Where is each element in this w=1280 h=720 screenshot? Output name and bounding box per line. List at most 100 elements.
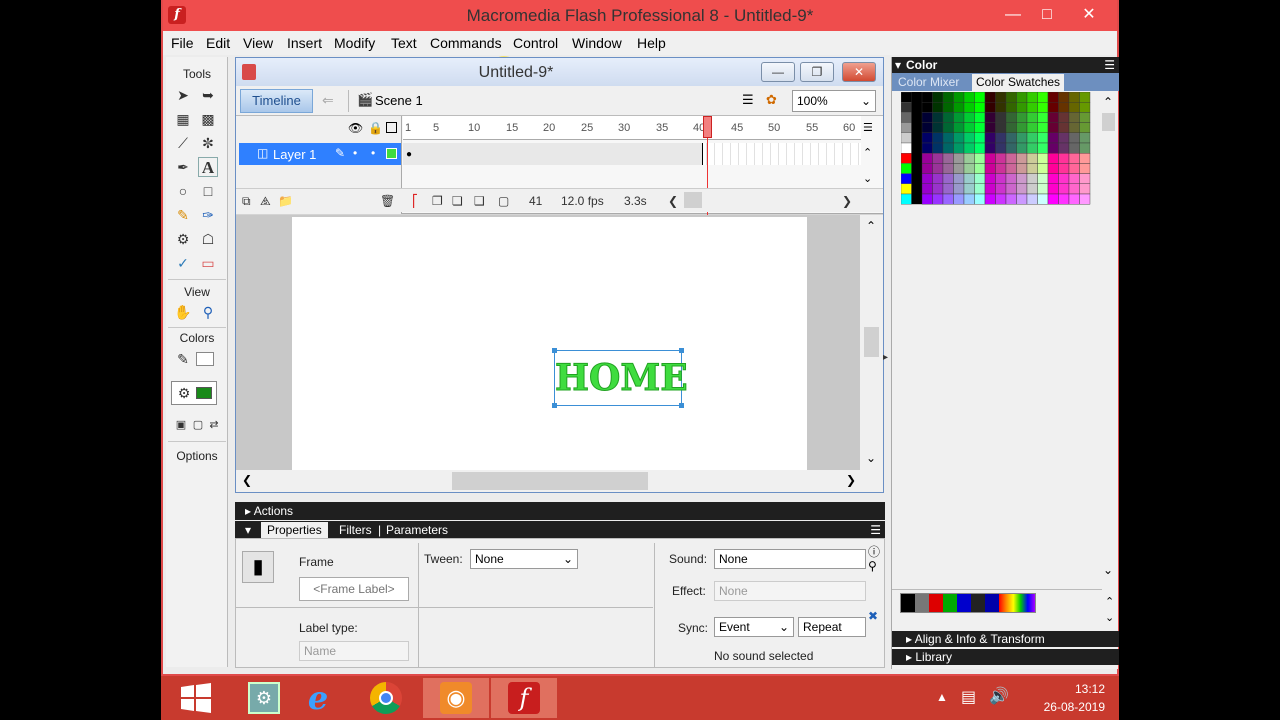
color-swatch[interactable]: [974, 173, 986, 184]
color-swatch[interactable]: [1037, 183, 1049, 195]
color-swatch[interactable]: [984, 142, 996, 154]
color-swatch[interactable]: [942, 112, 954, 123]
color-swatch[interactable]: [901, 122, 912, 134]
color-swatch[interactable]: [1016, 142, 1028, 154]
color-swatch[interactable]: [1079, 173, 1091, 184]
color-swatch[interactable]: [1058, 112, 1070, 123]
stroke-color-icon[interactable]: ✎: [173, 349, 193, 369]
color-swatch[interactable]: [1026, 122, 1038, 134]
color-swatch[interactable]: [1026, 112, 1038, 123]
color-swatch[interactable]: [1047, 122, 1059, 134]
menu-file[interactable]: File: [171, 35, 194, 51]
timeline-scroll-right-icon[interactable]: ❯: [842, 194, 852, 208]
color-swatch[interactable]: [984, 112, 996, 123]
color-swatch[interactable]: [1016, 153, 1028, 164]
color-swatch[interactable]: [1079, 163, 1091, 174]
color-swatch[interactable]: [1005, 153, 1017, 164]
color-swatch[interactable]: [984, 183, 996, 195]
color-swatch[interactable]: [1016, 112, 1028, 123]
outline-icon[interactable]: [386, 122, 397, 133]
effect-select[interactable]: None: [714, 581, 866, 601]
color-swatch[interactable]: [1068, 183, 1080, 195]
color-swatch[interactable]: [995, 122, 1007, 134]
color-swatch[interactable]: [963, 153, 975, 164]
taskbar-chrome[interactable]: [353, 678, 419, 718]
color-swatch[interactable]: [963, 193, 975, 205]
color-swatch[interactable]: [1058, 173, 1070, 184]
visible-dot-icon[interactable]: •: [353, 146, 357, 160]
color-swatch[interactable]: [942, 92, 954, 103]
color-swatch[interactable]: [995, 101, 1007, 113]
color-swatch[interactable]: [1016, 101, 1028, 113]
color-swatch[interactable]: [1068, 142, 1080, 154]
pen-tool-icon[interactable]: ✒: [173, 157, 193, 177]
color-swatch[interactable]: [921, 92, 933, 103]
edit-multiple-frames-icon[interactable]: ❑: [474, 194, 485, 208]
color-swatch[interactable]: [901, 112, 912, 123]
color-swatch[interactable]: [1079, 112, 1091, 123]
color-panel-header[interactable]: ▾ Color ☰: [892, 57, 1119, 73]
color-swatch[interactable]: [984, 92, 996, 103]
color-swatch[interactable]: [1079, 122, 1091, 134]
color-swatch[interactable]: [1047, 173, 1059, 184]
fill-transform-tool-icon[interactable]: ▩: [198, 109, 218, 129]
color-swatch[interactable]: [1037, 173, 1049, 184]
color-swatch[interactable]: [901, 173, 912, 184]
fill-color-swatch[interactable]: [196, 387, 212, 399]
color-swatch[interactable]: [984, 122, 996, 134]
actions-panel-bar[interactable]: ▸ Actions: [235, 502, 885, 520]
taskbar-flash[interactable]: f: [491, 678, 557, 718]
color-swatch[interactable]: [1026, 142, 1038, 154]
color-swatch[interactable]: [974, 112, 986, 123]
menu-commands[interactable]: Commands: [430, 35, 502, 51]
timeline-menu-icon[interactable]: ☰: [863, 121, 873, 134]
hscroll-thumb[interactable]: [452, 472, 648, 490]
color-swatch[interactable]: [995, 142, 1007, 154]
color-swatch[interactable]: [984, 193, 996, 205]
color-swatch[interactable]: [932, 153, 944, 164]
color-swatch[interactable]: [901, 101, 912, 113]
color-swatch[interactable]: [995, 193, 1007, 205]
color-swatch[interactable]: [1037, 92, 1049, 103]
color-swatch[interactable]: [1037, 112, 1049, 123]
color-swatch[interactable]: [1047, 193, 1059, 205]
color-swatch[interactable]: [1047, 153, 1059, 164]
timeline-toggle-button[interactable]: Timeline: [240, 89, 313, 113]
close-button[interactable]: ✕: [1069, 3, 1109, 27]
color-swatch[interactable]: [1026, 132, 1038, 144]
color-swatch[interactable]: [901, 193, 912, 205]
scene-label[interactable]: Scene 1: [375, 93, 423, 108]
color-swatch[interactable]: [1047, 112, 1059, 123]
taskbar-clock[interactable]: 13:12 26-08-2019: [1044, 680, 1105, 716]
color-swatch[interactable]: [1079, 193, 1091, 205]
color-swatch[interactable]: [1037, 142, 1049, 154]
color-swatch[interactable]: [921, 173, 933, 184]
color-swatch[interactable]: [1005, 193, 1017, 205]
scroll-up-icon[interactable]: ⌃: [1103, 95, 1113, 109]
edit-symbols-icon[interactable]: ✿: [766, 92, 777, 108]
color-swatch[interactable]: [901, 132, 912, 144]
menu-modify[interactable]: Modify: [334, 35, 375, 51]
timeline-scroll-up-icon[interactable]: ⌃: [863, 146, 872, 159]
color-swatch[interactable]: [901, 92, 912, 103]
taskbar-internet-explorer[interactable]: e: [285, 678, 351, 718]
color-swatch[interactable]: [921, 122, 933, 134]
color-swatch[interactable]: [1026, 193, 1038, 205]
arrow-tool-icon[interactable]: ➤: [173, 85, 193, 105]
color-swatch[interactable]: [901, 183, 912, 195]
color-swatch[interactable]: [1037, 153, 1049, 164]
scroll-down-icon[interactable]: ⌄: [866, 451, 876, 465]
color-swatch[interactable]: [995, 112, 1007, 123]
color-swatch[interactable]: [1058, 132, 1070, 144]
color-swatch[interactable]: [963, 173, 975, 184]
color-swatch[interactable]: [1058, 193, 1070, 205]
color-swatch[interactable]: [901, 163, 912, 174]
color-swatch[interactable]: [1047, 92, 1059, 103]
tray-expand-icon[interactable]: ▲: [936, 690, 948, 704]
stage[interactable]: HOME: [292, 217, 807, 470]
color-swatch[interactable]: [953, 92, 965, 103]
color-swatch[interactable]: [1037, 122, 1049, 134]
color-swatch[interactable]: [932, 101, 944, 113]
onion-skin-icon[interactable]: ❐: [432, 194, 443, 208]
swatch-scroll-thumb[interactable]: [1102, 113, 1115, 131]
